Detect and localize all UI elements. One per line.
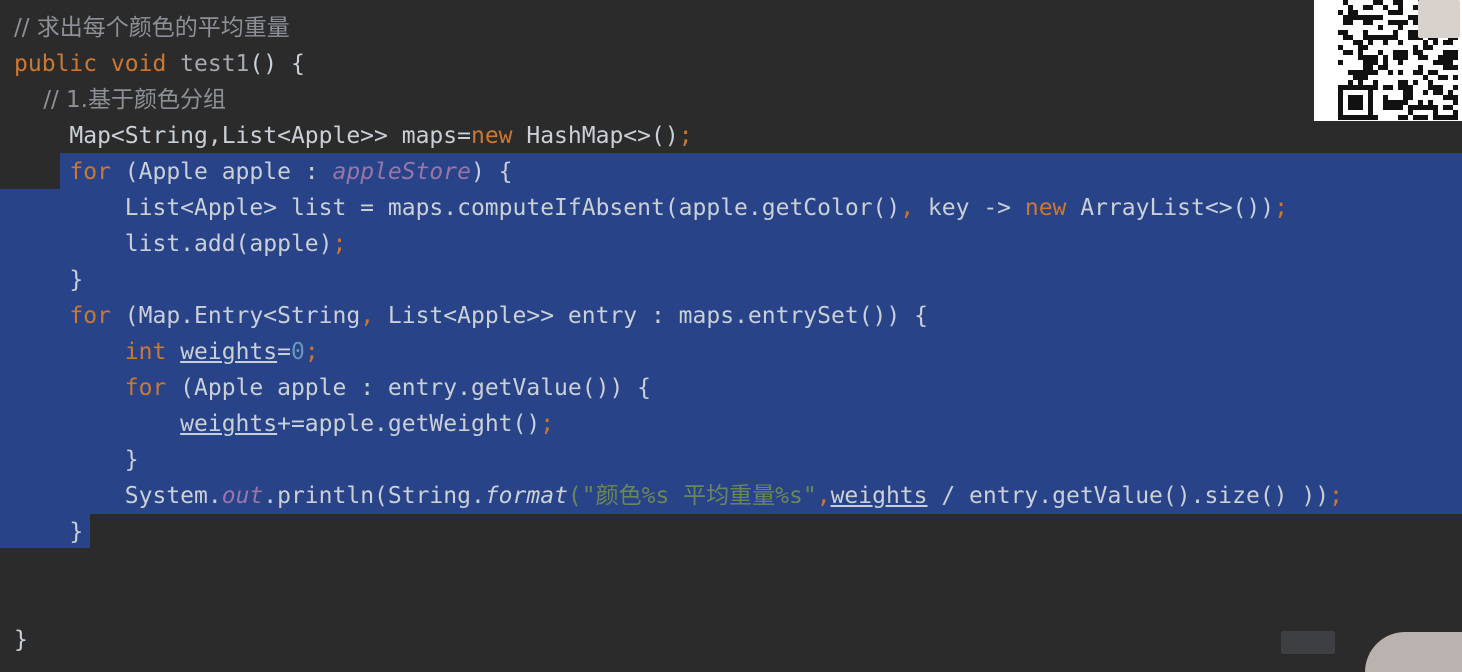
code-token: test1 xyxy=(180,51,250,77)
code-token: ; xyxy=(332,231,347,257)
code-line[interactable]: System.out.println(String.format("颜色%s 平… xyxy=(14,478,1343,514)
code-token: ; xyxy=(1329,483,1343,509)
code-line[interactable]: // 1.基于颜色分组 xyxy=(14,82,226,118)
code-token: out xyxy=(221,483,264,509)
code-line[interactable]: public void test1() { xyxy=(14,46,305,82)
code-token: / entry.getValue().size() )) xyxy=(927,483,1330,509)
presenter-avatar xyxy=(1418,0,1460,38)
code-line[interactable]: for (Apple apple : appleStore) { xyxy=(14,154,513,190)
code-line[interactable]: list.add(apple); xyxy=(14,226,347,262)
code-line[interactable]: for (Map.Entry<String, List<Apple>> entr… xyxy=(14,298,928,334)
code-line[interactable]: weights+=apple.getWeight(); xyxy=(14,406,554,442)
code-token: public void xyxy=(14,51,181,77)
code-line[interactable]: // 求出每个颜色的平均重量 xyxy=(14,10,290,46)
code-token: 0 xyxy=(290,339,305,365)
code-line[interactable]: } xyxy=(14,442,139,478)
code-token: , xyxy=(360,303,375,329)
code-editor[interactable]: // 求出每个颜色的平均重量 public void test1() { // 1… xyxy=(0,0,1462,654)
code-line[interactable]: Map<String,List<Apple>> maps=new HashMap… xyxy=(14,118,693,154)
code-token: ; xyxy=(678,123,693,149)
code-token: (Map.Entry<String xyxy=(110,303,361,329)
code-token: , xyxy=(900,195,915,221)
code-token: ; xyxy=(304,339,319,365)
code-token: (Apple apple : entry.getValue()) { xyxy=(166,375,651,401)
code-token: HashMap<>() xyxy=(512,123,679,149)
code-token: List<Apple> list = maps.computeIfAbsent(… xyxy=(14,195,901,221)
code-token: list.add(apple) xyxy=(14,231,333,257)
code-token: new xyxy=(1024,195,1067,221)
code-token: } xyxy=(14,267,84,293)
code-line[interactable]: } xyxy=(14,514,83,550)
code-token: new xyxy=(470,123,513,149)
code-token: for xyxy=(69,303,111,329)
code-token: ) { xyxy=(470,159,513,185)
camera-thumbnail xyxy=(1281,631,1335,654)
code-token: // 1.基于颜色分组 xyxy=(14,87,226,113)
code-line[interactable]: } xyxy=(14,622,28,658)
code-token: ; xyxy=(1274,195,1288,221)
code-token: format xyxy=(484,483,568,509)
code-token: } xyxy=(14,627,28,653)
code-token: weights xyxy=(180,411,278,437)
code-line[interactable]: for (Apple apple : entry.getValue()) { xyxy=(14,370,651,406)
code-token: ; xyxy=(540,411,555,437)
code-token: for xyxy=(124,375,167,401)
code-token: (Apple apple : xyxy=(110,159,333,185)
code-token: key -> xyxy=(914,195,1025,221)
code-line[interactable]: } xyxy=(14,262,83,298)
code-line[interactable]: List<Apple> list = maps.computeIfAbsent(… xyxy=(14,190,1288,226)
code-token: } xyxy=(14,519,84,545)
code-token: () { xyxy=(249,51,305,77)
code-token: System. xyxy=(14,483,222,509)
code-token: = xyxy=(277,339,291,365)
code-line[interactable]: int weights=0; xyxy=(14,334,319,370)
code-token: int xyxy=(124,339,167,365)
code-token: } xyxy=(14,447,139,473)
code-token: List<Apple>> entry : maps.entrySet()) { xyxy=(374,303,928,329)
code-token: for xyxy=(69,159,111,185)
code-token: weights xyxy=(180,339,278,365)
code-token: ArrayList<>()) xyxy=(1066,195,1275,221)
code-token: weights xyxy=(830,483,928,509)
code-token: appleStore xyxy=(332,159,471,185)
code-token: +=apple.getWeight() xyxy=(277,411,541,437)
code-token: Map<String,List<Apple>> maps= xyxy=(14,123,471,149)
code-token: ("颜色%s 平均重量%s" xyxy=(567,483,817,509)
code-token: .println(String. xyxy=(263,483,485,509)
code-token: // 求出每个颜色的平均重量 xyxy=(14,15,290,41)
code-token: , xyxy=(816,483,831,509)
